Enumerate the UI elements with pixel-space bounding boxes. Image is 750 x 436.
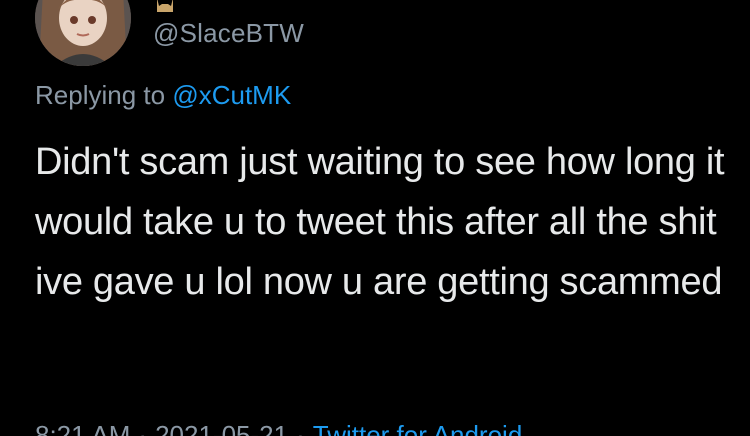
tweet-detail: @SlaceBTW Replying to @xCutMK Didn't sca… bbox=[0, 0, 750, 436]
meta-separator-2: · bbox=[296, 420, 305, 436]
avatar-image bbox=[35, 0, 131, 66]
meta-separator: · bbox=[138, 420, 148, 436]
tweet-text: Didn't scam just waiting to see how long… bbox=[35, 141, 725, 303]
avatar[interactable] bbox=[35, 0, 131, 66]
replying-to: Replying to @xCutMK bbox=[35, 80, 291, 111]
tweet-date[interactable]: 2021-05-21 bbox=[155, 420, 288, 436]
tweet-time[interactable]: 8:21 AM bbox=[35, 420, 130, 436]
replying-to-mention[interactable]: @xCutMK bbox=[172, 80, 291, 110]
dog-emoji-icon bbox=[155, 0, 175, 12]
replying-to-label: Replying to bbox=[35, 80, 173, 110]
user-handle[interactable]: @SlaceBTW bbox=[153, 18, 304, 49]
tweet-meta: 8:21 AM · 2021-05-21 · Twitter for Android bbox=[35, 420, 522, 436]
tweet-source[interactable]: Twitter for Android bbox=[313, 420, 523, 436]
